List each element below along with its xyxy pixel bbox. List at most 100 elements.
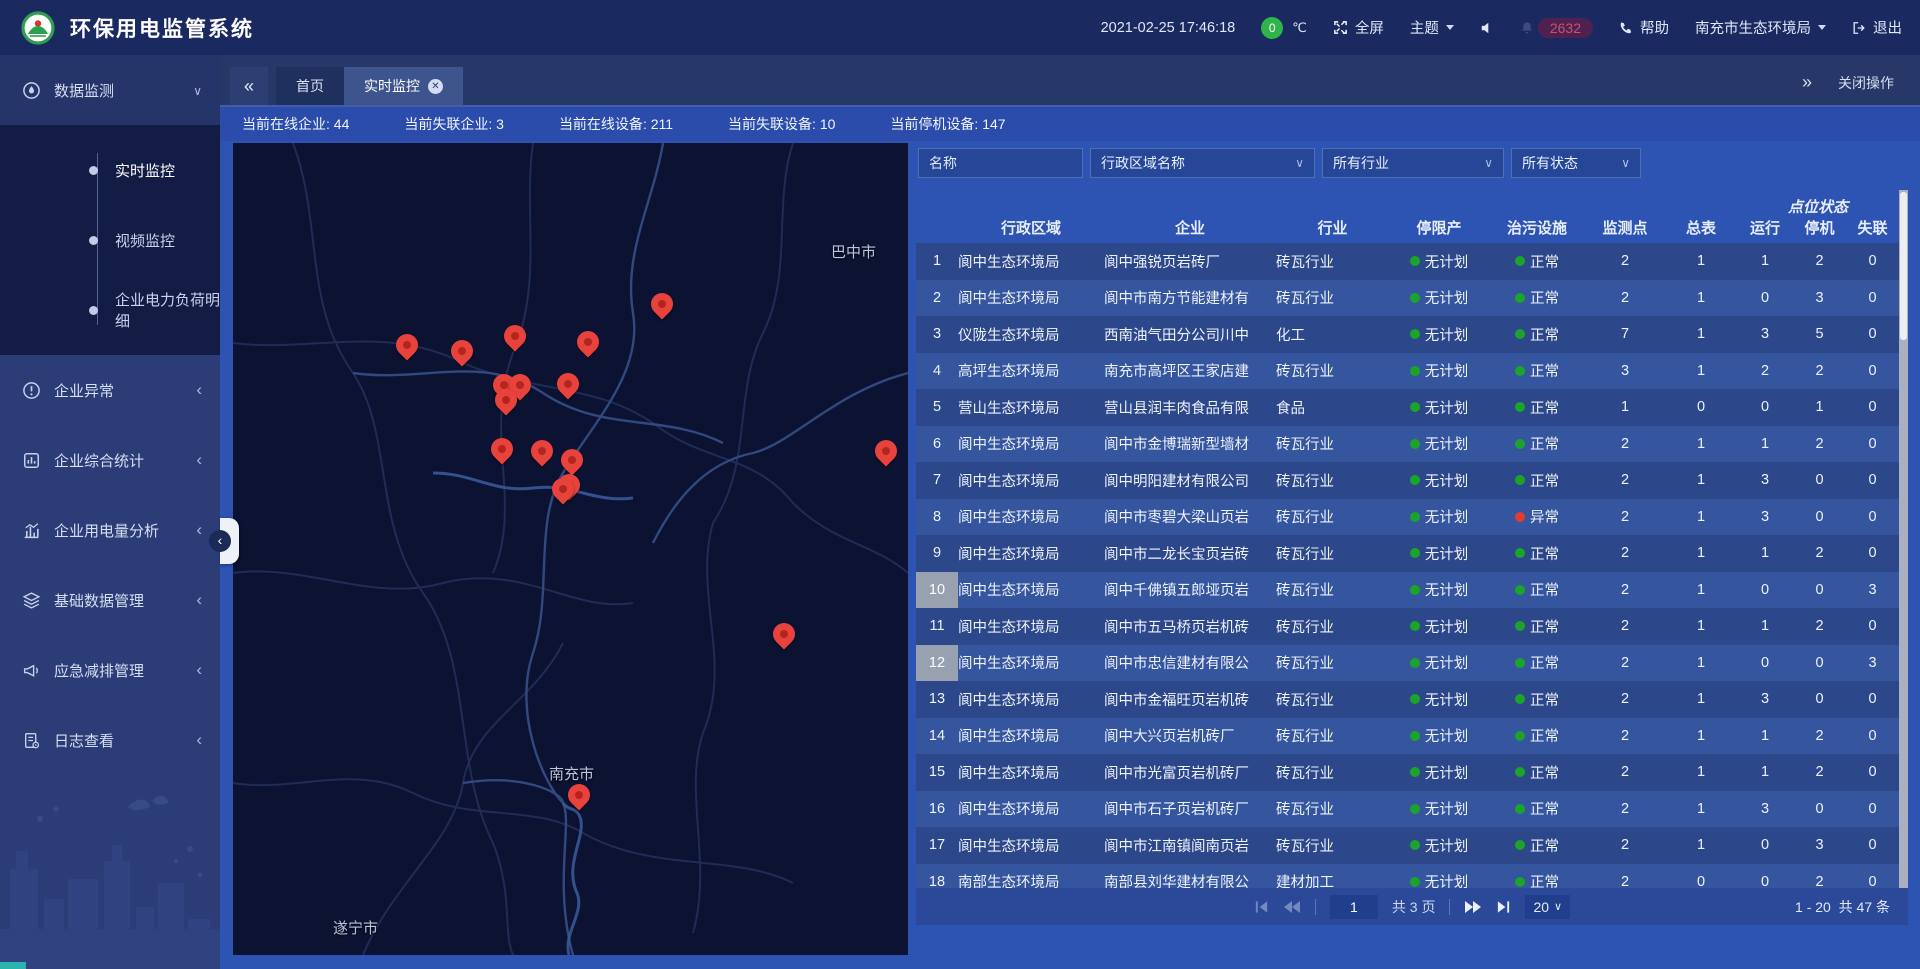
industry-filter-select[interactable]: 所有行业: [1322, 148, 1504, 178]
table-row[interactable]: 10 阆中生态环境局 阆中千佛镇五郎垭页岩 砖瓦行业 无计划 正常 2 1 0 …: [916, 572, 1908, 609]
stat-item: 当前停机设备: 147: [890, 114, 1005, 134]
row-region-cell: 阆中生态环境局: [958, 499, 1104, 536]
help-button[interactable]: 帮助: [1619, 17, 1669, 38]
tab-realtime-monitor[interactable]: 实时监控: [344, 67, 463, 105]
theme-dropdown[interactable]: 主题: [1410, 17, 1454, 38]
tab-home[interactable]: 首页: [276, 67, 344, 105]
table-row[interactable]: 4 高坪生态环境局 南充市高坪区王家店建 砖瓦行业 无计划 正常 3 1 2 2…: [916, 353, 1908, 390]
next-page-button[interactable]: [1464, 900, 1482, 914]
logout-button[interactable]: 退出: [1852, 17, 1902, 38]
user-org-dropdown[interactable]: 南充市生态环境局: [1695, 17, 1826, 38]
table-row[interactable]: 16 阆中生态环境局 阆中市石子页岩机砖厂 砖瓦行业 无计划 正常 2 1 3 …: [916, 791, 1908, 828]
fullscreen-button[interactable]: 全屏: [1333, 17, 1384, 38]
table-row[interactable]: 11 阆中生态环境局 阆中市五马桥页岩机砖 砖瓦行业 无计划 正常 2 1 1 …: [916, 608, 1908, 645]
row-industry-cell: 砖瓦行业: [1276, 535, 1389, 572]
notification-count-badge: 2632: [1538, 18, 1593, 38]
notifications[interactable]: 2632: [1520, 18, 1593, 38]
row-run-cell: 3: [1737, 472, 1793, 488]
first-page-button[interactable]: [1254, 900, 1269, 914]
speaker-mute-icon[interactable]: [1480, 21, 1494, 35]
table-scrollbar[interactable]: [1899, 190, 1908, 888]
row-stopped-cell: 2: [1793, 545, 1846, 561]
row-meters-cell: 1: [1665, 645, 1737, 682]
row-point-status-cells: 2 2 0: [1737, 353, 1899, 390]
sidebar-collapse-handle[interactable]: [220, 518, 239, 564]
row-lost-cell: 0: [1846, 436, 1899, 452]
row-industry-cell: 砖瓦行业: [1276, 718, 1389, 755]
sidebar-item-emergency-reduction[interactable]: 应急减排管理: [0, 635, 220, 705]
last-page-button[interactable]: [1496, 900, 1511, 914]
row-facility-cell: 正常: [1489, 426, 1585, 463]
sidebar-item-power-analysis[interactable]: 企业用电量分析: [0, 495, 220, 565]
tabs-scroll-left-button[interactable]: [230, 67, 268, 105]
tabs-scroll-right-button[interactable]: [1802, 72, 1812, 93]
row-facility-cell: 异常: [1489, 499, 1585, 536]
row-facility-cell: 正常: [1489, 462, 1585, 499]
table-row[interactable]: 3 仪陇生态环境局 西南油气田分公司川中 化工 无计划 正常 7 1 3 5 0: [916, 316, 1908, 353]
row-facility-cell: 正常: [1489, 243, 1585, 280]
row-stop-cell: 无计划: [1389, 280, 1489, 317]
sidebar-item-base-data[interactable]: 基础数据管理: [0, 565, 220, 635]
status-dot-icon: [1410, 694, 1420, 704]
fullscreen-icon: [1333, 20, 1348, 35]
row-points-cell: 2: [1585, 462, 1665, 499]
sidebar-item-data-monitor[interactable]: 数据监测: [0, 55, 220, 125]
row-number-cell: 13: [916, 681, 958, 718]
row-region-cell: 南部生态环境局: [958, 864, 1104, 889]
page-number-input[interactable]: [1330, 895, 1378, 919]
row-run-cell: 1: [1737, 545, 1793, 561]
row-stopped-cell: 0: [1793, 509, 1846, 525]
sidebar-item-log-view[interactable]: 日志查看: [0, 705, 220, 775]
table-row[interactable]: 12 阆中生态环境局 阆中市忠信建材有限公 砖瓦行业 无计划 正常 2 1 0 …: [916, 645, 1908, 682]
row-industry-cell: 砖瓦行业: [1276, 754, 1389, 791]
table-row[interactable]: 6 阆中生态环境局 阆中市金博瑞新型墙材 砖瓦行业 无计划 正常 2 1 1 2…: [916, 426, 1908, 463]
table-scrollbar-thumb[interactable]: [1900, 192, 1907, 340]
status-dot-icon: [1515, 731, 1525, 741]
close-icon[interactable]: [428, 79, 443, 94]
sidebar-item-power-load-detail[interactable]: 企业电力负荷明细: [0, 275, 220, 345]
table-row[interactable]: 9 阆中生态环境局 阆中市二龙长宝页岩砖 砖瓦行业 无计划 正常 2 1 1 2…: [916, 535, 1908, 572]
row-point-status-cells: 0 3 0: [1737, 280, 1899, 317]
row-meters-cell: 1: [1665, 608, 1737, 645]
table-row[interactable]: 13 阆中生态环境局 阆中市金福旺页岩机砖 砖瓦行业 无计划 正常 2 1 3 …: [916, 681, 1908, 718]
table-row[interactable]: 8 阆中生态环境局 阆中市枣碧大梁山页岩 砖瓦行业 无计划 异常 2 1 3 0…: [916, 499, 1908, 536]
sidebar-item-company-statistics[interactable]: 企业综合统计: [0, 425, 220, 495]
close-operations-button[interactable]: 关闭操作: [1838, 73, 1894, 93]
row-stopped-cell: 2: [1793, 764, 1846, 780]
table-row[interactable]: 14 阆中生态环境局 阆中大兴页岩机砖厂 砖瓦行业 无计划 正常 2 1 1 2…: [916, 718, 1908, 755]
row-points-cell: 1: [1585, 389, 1665, 426]
table-row[interactable]: 2 阆中生态环境局 阆中市南方节能建材有 砖瓦行业 无计划 正常 2 1 0 3…: [916, 280, 1908, 317]
map-canvas[interactable]: 巴中市南充市遂宁市: [233, 143, 908, 955]
sidebar-item-realtime-monitor[interactable]: 实时监控: [0, 135, 220, 205]
page-size-select[interactable]: 20: [1525, 895, 1570, 919]
region-filter-select[interactable]: 行政区域名称: [1090, 148, 1315, 178]
col-header-company: 企业: [1104, 190, 1276, 246]
row-region-cell: 营山生态环境局: [958, 389, 1104, 426]
sidebar-item-company-abnormal[interactable]: 企业异常: [0, 355, 220, 425]
row-region-cell: 阆中生态环境局: [958, 243, 1104, 280]
pagination-bar: 共 3 页 20 1 - 20 共 47 条: [916, 888, 1908, 925]
row-lost-cell: 0: [1846, 363, 1899, 379]
col-header-run: 运行: [1737, 217, 1793, 238]
table-row[interactable]: 5 营山生态环境局 营山县润丰肉食品有限 食品 无计划 正常 1 0 0 1 0: [916, 389, 1908, 426]
table-row[interactable]: 18 南部生态环境局 南部县刘华建材有限公 建材加工 无计划 正常 2 0 0 …: [916, 864, 1908, 889]
status-dot-icon: [1410, 293, 1420, 303]
row-number-cell: 14: [916, 718, 958, 755]
name-filter-input[interactable]: [929, 155, 1072, 171]
table-row[interactable]: 7 阆中生态环境局 阆中明阳建材有限公司 砖瓦行业 无计划 正常 2 1 3 0…: [916, 462, 1908, 499]
name-filter[interactable]: [918, 148, 1083, 178]
table-row[interactable]: 1 阆中生态环境局 阆中强锐页岩砖厂 砖瓦行业 无计划 正常 2 1 1 2 0: [916, 243, 1908, 280]
horizontal-scrollbar-thumb[interactable]: [0, 962, 26, 969]
sidebar-item-video-monitor[interactable]: 视频监控: [0, 205, 220, 275]
row-stop-cell: 无计划: [1389, 243, 1489, 280]
col-group-point-status: 点位状态 运行 停机 失联: [1737, 190, 1899, 246]
table-row[interactable]: 17 阆中生态环境局 阆中市江南镇阆南页岩 砖瓦行业 无计划 正常 2 1 0 …: [916, 827, 1908, 864]
row-lost-cell: 0: [1846, 509, 1899, 525]
row-region-cell: 阆中生态环境局: [958, 827, 1104, 864]
table-row[interactable]: 15 阆中生态环境局 阆中市光富页岩机砖厂 砖瓦行业 无计划 正常 2 1 1 …: [916, 754, 1908, 791]
status-dot-icon: [1410, 329, 1420, 339]
prev-page-button[interactable]: [1283, 900, 1301, 914]
status-filter-select[interactable]: 所有状态: [1511, 148, 1641, 178]
sidebar-submenu: 实时监控 视频监控 企业电力负荷明细: [0, 125, 220, 355]
col-header-region: 行政区域: [958, 190, 1104, 246]
